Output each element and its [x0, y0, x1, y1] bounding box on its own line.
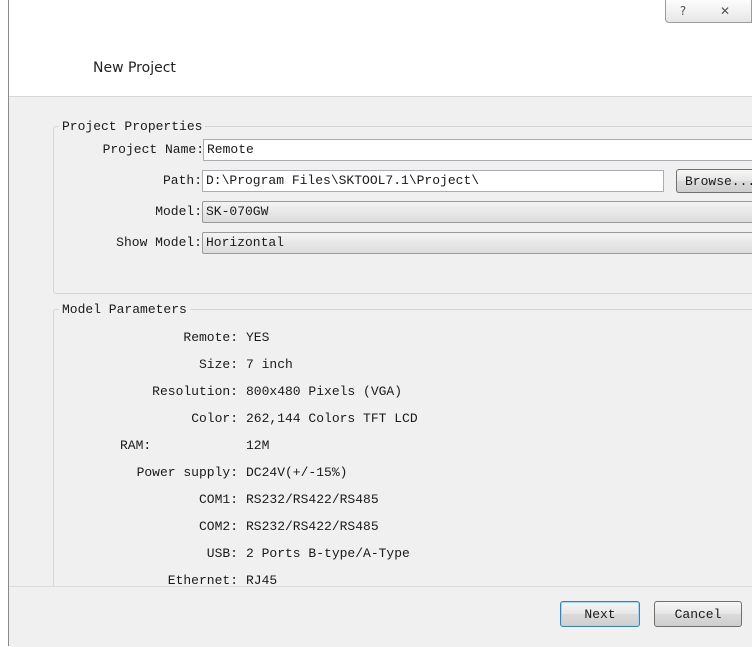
param-resolution-label: Resolution: — [152, 384, 238, 399]
param-com2-label: COM2: — [198, 519, 238, 534]
project-properties-group: Project Properties Project Name: Remote … — [53, 119, 752, 294]
title-bar: ? ✕ — [9, 0, 752, 32]
param-com1-label: COM1: — [198, 492, 238, 507]
param-remote-label: Remote: — [183, 330, 238, 345]
next-button[interactable]: Next — [560, 601, 640, 627]
model-parameters-group: Model Parameters Remote: YES Size: 7 inc… — [53, 302, 752, 604]
param-size-label: Size: — [198, 357, 238, 372]
show-model-select[interactable]: Horizontal — [202, 232, 752, 254]
path-label: Path: — [162, 173, 202, 188]
param-usb-value: 2 Ports B-type/A-Type — [246, 546, 410, 561]
close-button[interactable]: ✕ — [699, 0, 752, 23]
param-power-label: Power supply: — [136, 465, 238, 480]
new-project-dialog: ? ✕ New Project Project Properties Proje… — [8, 0, 752, 647]
project-name-input[interactable]: Remote — [203, 139, 752, 161]
project-name-label: Project Name: — [102, 142, 204, 157]
model-select[interactable]: SK-070GW — [202, 201, 752, 223]
help-button[interactable]: ? — [665, 0, 701, 23]
dialog-footer: Next Cancel — [9, 586, 752, 647]
param-com1-value: RS232/RS422/RS485 — [246, 492, 379, 507]
project-properties-legend: Project Properties — [62, 119, 203, 134]
help-icon: ? — [679, 4, 687, 18]
param-ram-value: 12M — [246, 438, 270, 453]
param-usb-label: USB: — [206, 546, 238, 561]
content-panel: Project Properties Project Name: Remote … — [9, 96, 752, 604]
model-parameters-legend: Model Parameters — [62, 302, 187, 317]
page-title: New Project — [93, 60, 176, 76]
path-input[interactable]: D:\Program Files\SKTOOL7.1\Project\ — [202, 170, 664, 192]
model-label: Model: — [155, 204, 202, 219]
param-remote-value: YES — [246, 330, 270, 345]
param-color-value: 262,144 Colors TFT LCD — [246, 411, 418, 426]
close-icon: ✕ — [719, 4, 731, 18]
param-resolution-value: 800x480 Pixels (VGA) — [246, 384, 403, 399]
cancel-button[interactable]: Cancel — [654, 601, 742, 627]
param-com2-value: RS232/RS422/RS485 — [246, 519, 379, 534]
param-power-value: DC24V(+/-15%) — [246, 465, 348, 480]
param-color-label: Color: — [191, 411, 238, 426]
browse-button[interactable]: Browse... — [676, 169, 752, 193]
param-size-value: 7 inch — [246, 357, 293, 372]
param-ram-label: RAM: — [120, 438, 152, 453]
show-model-label: Show Model: — [116, 235, 202, 250]
